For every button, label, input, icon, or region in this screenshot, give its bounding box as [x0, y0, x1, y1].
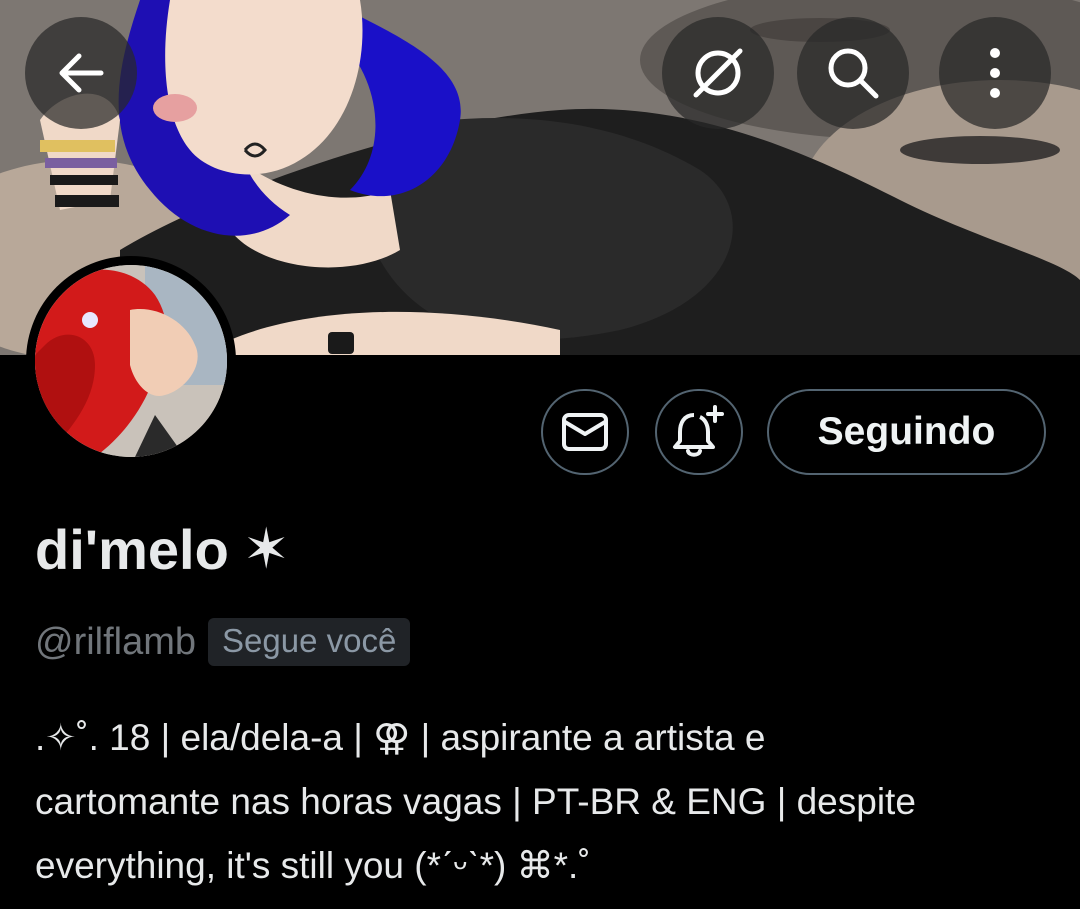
following-button-label: Seguindo [817, 410, 996, 453]
bio-line: cartomante nas horas vagas | PT-BR & ENG… [35, 781, 916, 822]
more-vertical-icon [990, 48, 1000, 98]
following-button[interactable]: Seguindo [767, 389, 1046, 475]
message-button[interactable] [541, 389, 629, 475]
bio-line: .✧˚. 18 | ela/dela-a | ⚢ | aspirante a a… [35, 717, 766, 758]
arrow-left-icon [59, 53, 104, 93]
username-handle: @rilflamb [35, 620, 197, 663]
follows-you-badge: Segue você [208, 618, 411, 666]
more-options-button[interactable] [939, 17, 1051, 129]
bell-plus-icon [673, 405, 724, 457]
profile-bio: .✧˚. 18 | ela/dela-a | ⚢ | aspirante a a… [35, 706, 1055, 898]
bio-line: everything, it's still you (*ˊᵕˋ*) ⌘*.˚ [35, 845, 591, 886]
grok-button[interactable] [662, 17, 774, 129]
mail-icon [562, 413, 608, 451]
search-button[interactable] [797, 17, 909, 129]
search-icon [828, 48, 879, 99]
profile-page: Seguindo di'melo ✶ @rilflamb Segue você … [0, 0, 1080, 909]
handle-row: @rilflamb Segue você [35, 618, 411, 666]
display-name: di'melo ✶ [35, 516, 290, 582]
display-name-text: di'melo [35, 517, 229, 581]
notifications-button[interactable] [655, 389, 743, 475]
grok-icon [693, 48, 743, 98]
name-emoji: ✶ [242, 517, 290, 580]
avatar[interactable] [26, 256, 236, 466]
back-button[interactable] [25, 17, 137, 129]
avatar-image [35, 265, 227, 457]
